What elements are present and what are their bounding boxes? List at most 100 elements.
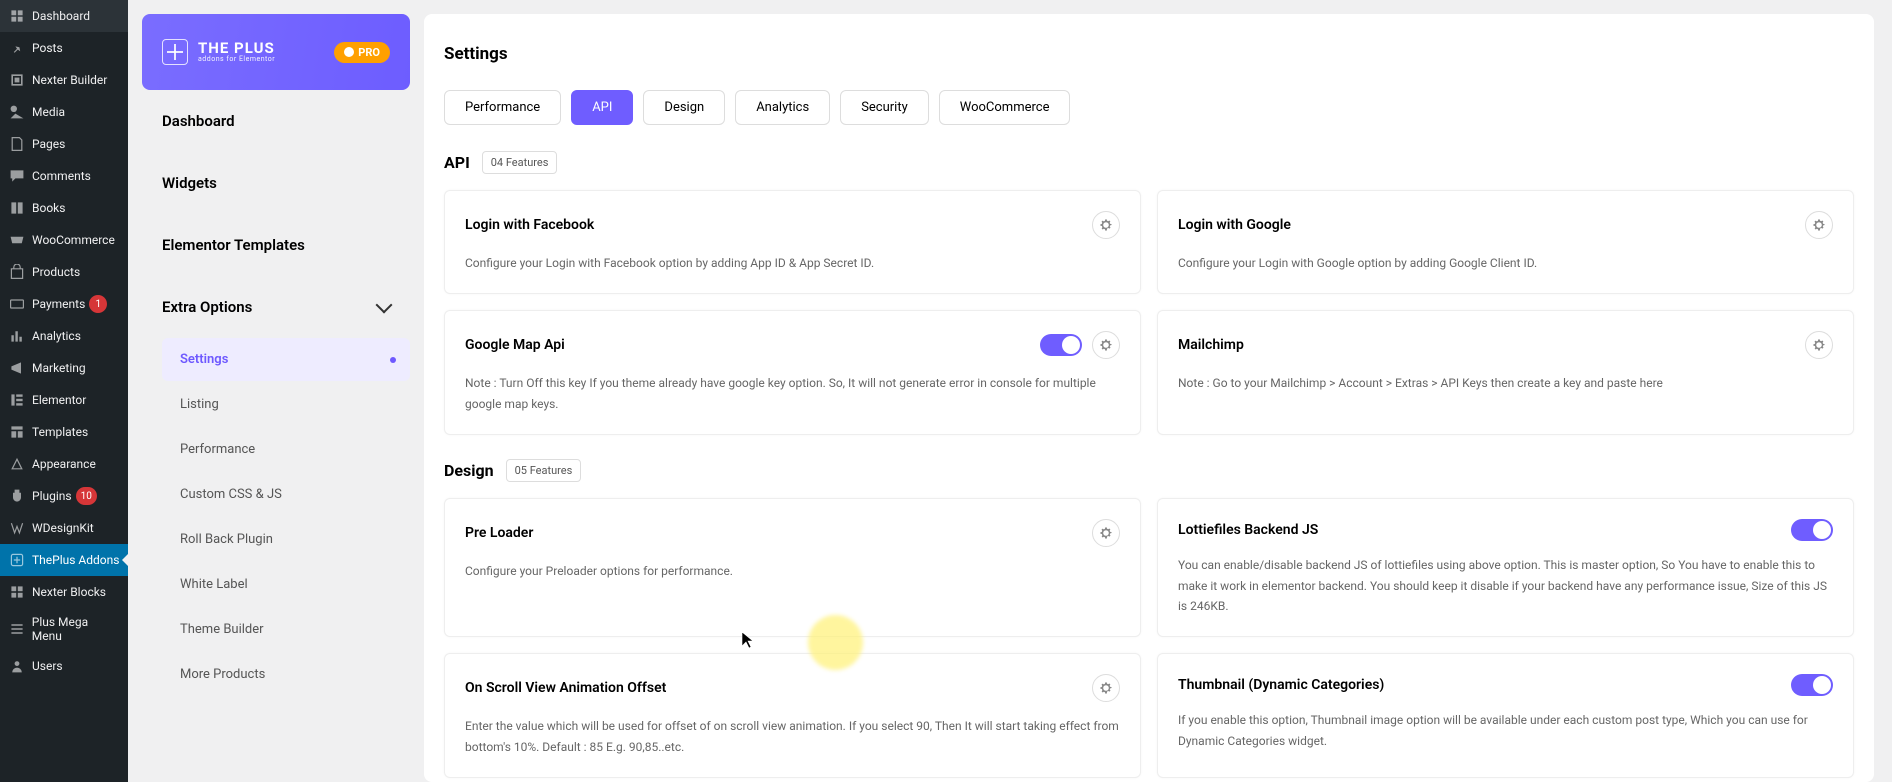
gear-icon[interactable] [1805,211,1833,239]
feature-card-title: Google Map Api [465,337,565,353]
gear-icon[interactable] [1092,674,1120,702]
feature-card-description: Configure your Login with Facebook optio… [465,253,1120,273]
plugin-subnav-custom-css-js[interactable]: Custom CSS & JS [162,473,410,516]
content-area: THE PLUS addons for Elementor PRO Dashbo… [128,0,1892,782]
comment-icon [8,167,26,185]
wp-menu-plus-mega-menu[interactable]: Plus Mega Menu [0,608,128,650]
plugin-nav-extra-options[interactable]: Extra Options [142,276,410,338]
plugin-nav-elementor-templates[interactable]: Elementor Templates [142,214,410,276]
plugin-subnav-white-label[interactable]: White Label [162,563,410,606]
tab-security[interactable]: Security [840,90,929,125]
wp-menu-media[interactable]: Media [0,96,128,128]
section-title: Design [444,461,494,480]
wp-menu-comments[interactable]: Comments [0,160,128,192]
feature-card-actions [1092,211,1120,239]
feature-card-description: Enter the value which will be used for o… [465,716,1120,757]
mega-icon [8,620,26,638]
feature-card-description: You can enable/disable backend JS of lot… [1178,555,1833,616]
plugin-sidebar: THE PLUS addons for Elementor PRO Dashbo… [128,0,424,782]
wp-menu-nexter-blocks[interactable]: Nexter Blocks [0,576,128,608]
feature-card-actions [1805,211,1833,239]
template-icon [8,423,26,441]
feature-card-header: Google Map Api [465,331,1120,359]
feature-card-header: On Scroll View Animation Offset [465,674,1120,702]
gear-icon[interactable] [1092,519,1120,547]
feature-card-header: Login with Facebook [465,211,1120,239]
wp-menu-nexter-builder[interactable]: Nexter Builder [0,64,128,96]
wp-menu-products[interactable]: Products [0,256,128,288]
feature-card: Mailchimp Note : Go to your Mailchimp > A… [1157,310,1854,435]
wp-menu-label: Payments [32,297,85,311]
feature-toggle[interactable] [1791,674,1833,696]
tab-woocommerce[interactable]: WooCommerce [939,90,1071,125]
feature-card-title: Lottiefiles Backend JS [1178,522,1318,538]
wp-menu-label: Books [32,201,65,215]
wp-menu-label: Plus Mega Menu [32,615,120,643]
wp-menu-posts[interactable]: Posts [0,32,128,64]
section-header-api: API04 Features [444,151,1854,174]
woo-icon [8,231,26,249]
dashboard-icon [8,7,26,25]
feature-card-actions [1092,674,1120,702]
wp-menu-elementor[interactable]: Elementor [0,384,128,416]
cards-grid: Login with Facebook Configure your Login … [444,190,1854,435]
product-icon [8,263,26,281]
wp-menu-templates[interactable]: Templates [0,416,128,448]
wp-menu-badge: 1 [89,295,107,313]
plugin-subnav-listing[interactable]: Listing [162,383,410,426]
wp-menu-books[interactable]: Books [0,192,128,224]
wp-menu-theplus-addons[interactable]: ThePlus Addons [0,544,128,576]
wp-menu-label: Pages [32,137,65,151]
plugin-logo-title: THE PLUS [198,40,275,57]
wp-menu-marketing[interactable]: Marketing [0,352,128,384]
feature-card-description: Configure your Login with Google option … [1178,253,1833,273]
plugin-subnav-settings[interactable]: Settings [162,338,410,381]
tab-api[interactable]: API [571,90,633,125]
wp-menu-appearance[interactable]: Appearance [0,448,128,480]
feature-card-header: Thumbnail (Dynamic Categories) [1178,674,1833,696]
wp-menu-label: Comments [32,169,91,183]
feature-card-title: Thumbnail (Dynamic Categories) [1178,677,1384,693]
wp-menu-pages[interactable]: Pages [0,128,128,160]
feature-card-header: Lottiefiles Backend JS [1178,519,1833,541]
gear-icon[interactable] [1092,331,1120,359]
feature-card: Lottiefiles Backend JS You can enable/dis… [1157,498,1854,637]
wp-menu-label: Users [32,659,63,673]
feature-card-description: Note : Go to your Mailchimp > Account > … [1178,373,1833,393]
wp-menu-dashboard[interactable]: Dashboard [0,0,128,32]
toggle-thumb [1062,336,1080,354]
tab-performance[interactable]: Performance [444,90,561,125]
wp-menu-wdesignkit[interactable]: WDesignKit [0,512,128,544]
pro-badge-label: PRO [358,46,380,59]
plugin-subnav-roll-back-plugin[interactable]: Roll Back Plugin [162,518,410,561]
tab-analytics[interactable]: Analytics [735,90,830,125]
features-count-badge: 05 Features [506,459,582,482]
wp-menu-users[interactable]: Users [0,650,128,682]
feature-card-actions [1791,519,1833,541]
plugin-subnav-more-products[interactable]: More Products [162,653,410,696]
feature-card-title: Mailchimp [1178,337,1244,353]
wp-menu-payments[interactable]: Payments 1 [0,288,128,320]
plugin-nav-widgets[interactable]: Widgets [142,152,410,214]
pro-badge-icon [344,47,354,57]
feature-card-title: Login with Facebook [465,217,594,233]
plugin-nav-dashboard[interactable]: Dashboard [142,90,410,152]
wp-menu-analytics[interactable]: Analytics [0,320,128,352]
feature-toggle[interactable] [1791,519,1833,541]
feature-toggle[interactable] [1040,334,1082,356]
appearance-icon [8,455,26,473]
feature-card: Thumbnail (Dynamic Categories)If you ena… [1157,653,1854,778]
feature-card-header: Mailchimp [1178,331,1833,359]
plugin-subnav-theme-builder[interactable]: Theme Builder [162,608,410,651]
plus-logo-icon [162,39,188,65]
gear-icon[interactable] [1805,331,1833,359]
feature-card: On Scroll View Animation Offset Enter the… [444,653,1141,778]
wp-admin-sidebar: DashboardPostsNexter BuilderMedia Pages Co… [0,0,128,782]
section-title: API [444,153,470,172]
wp-menu-woocommerce[interactable]: WooCommerce [0,224,128,256]
feature-card-title: On Scroll View Animation Offset [465,680,666,696]
wp-menu-plugins[interactable]: Plugins10 [0,480,128,512]
tab-design[interactable]: Design [643,90,725,125]
gear-icon[interactable] [1092,211,1120,239]
plugin-subnav-performance[interactable]: Performance [162,428,410,471]
